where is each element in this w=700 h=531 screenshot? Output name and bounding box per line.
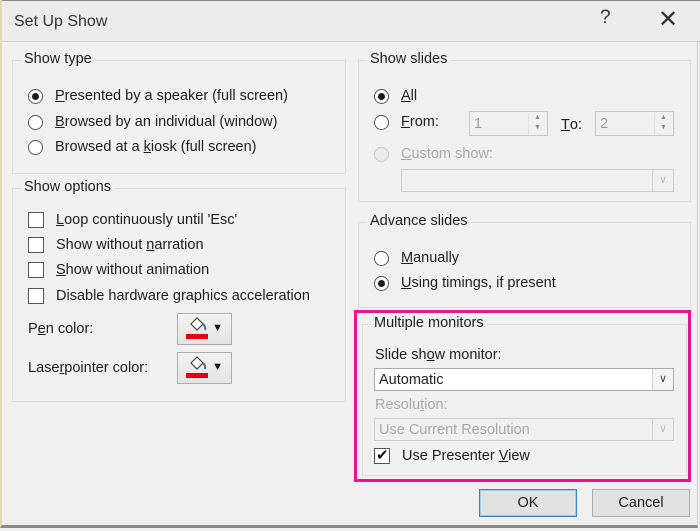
- pen-color-swatch: [186, 334, 208, 339]
- checkbox-disable-hw-acceleration[interactable]: Disable hardware graphics acceleration: [28, 288, 310, 304]
- paint-bucket-icon: [186, 317, 208, 341]
- pen-color-label: Pen color:: [28, 321, 94, 337]
- to-slide-spinner[interactable]: 2 ▲ ▼: [595, 111, 674, 136]
- radio-custom-show[interactable]: Custom show:: [374, 146, 493, 162]
- checkbox-label: Show without narration: [56, 237, 204, 253]
- set-up-show-dialog: Set Up Show ? ✕ Show type Presented by a…: [0, 0, 700, 528]
- resolution-value: Use Current Resolution: [379, 422, 530, 438]
- checkbox-label: Show without animation: [56, 262, 210, 278]
- radio-manually[interactable]: Manually: [374, 250, 459, 266]
- multiple-monitors-label: Multiple monitors: [371, 315, 487, 331]
- dropdown-arrow-icon: ▼: [212, 361, 223, 373]
- checkbox[interactable]: [28, 288, 44, 304]
- show-options-label: Show options: [21, 179, 115, 195]
- cancel-button[interactable]: Cancel: [592, 489, 690, 517]
- help-button[interactable]: ?: [600, 7, 611, 29]
- radio-browsed-at-kiosk[interactable]: Browsed at a kiosk (full screen): [28, 139, 256, 155]
- radio-button[interactable]: [374, 114, 389, 130]
- spinner-arrows-icon[interactable]: ▲ ▼: [654, 113, 672, 134]
- title-bar: Set Up Show ? ✕: [2, 0, 700, 42]
- radio-button[interactable]: [374, 250, 389, 266]
- radio-label: Browsed by an individual (window): [55, 114, 278, 130]
- checkbox-use-presenter-view[interactable]: Use Presenter View: [374, 446, 530, 464]
- checkbox[interactable]: [28, 212, 44, 228]
- custom-show-dropdown[interactable]: ∨: [401, 169, 674, 192]
- laser-color-picker[interactable]: ▼: [177, 352, 232, 384]
- resolution-label: Resolu t ion:: [375, 397, 448, 413]
- radio-button[interactable]: [374, 275, 389, 291]
- radio-browsed-by-individual[interactable]: Browsed by an individual (window): [28, 114, 277, 130]
- slide-show-monitor-value: Automatic: [379, 372, 444, 388]
- dropdown-arrow-icon: ▼: [212, 322, 223, 334]
- checkbox[interactable]: [374, 446, 390, 464]
- radio-all-slides[interactable]: All: [374, 88, 417, 104]
- from-slide-value: 1: [474, 116, 483, 132]
- chevron-down-icon[interactable]: ∨: [652, 419, 673, 440]
- radio-from-slides[interactable]: From:: [374, 114, 439, 130]
- radio-button[interactable]: [28, 88, 43, 104]
- radio-label: All: [401, 88, 418, 104]
- advance-slides-label: Advance slides: [367, 213, 471, 229]
- radio-button[interactable]: [374, 146, 389, 162]
- laser-color-label: Lase r pointer color:: [28, 360, 149, 376]
- slide-show-monitor-dropdown[interactable]: Automatic ∨: [374, 368, 674, 391]
- pen-color-picker[interactable]: ▼: [177, 313, 232, 345]
- spinner-arrows-icon[interactable]: ▲ ▼: [528, 113, 546, 134]
- radio-presented-by-speaker[interactable]: Presented by a speaker (full screen): [28, 88, 288, 104]
- radio-label: Using timings, if present: [401, 275, 556, 291]
- radio-label: Manually: [401, 250, 460, 266]
- radio-button[interactable]: [374, 88, 389, 104]
- checkbox[interactable]: [28, 262, 44, 278]
- slide-show-monitor-label: Slide sh o w monitor:: [375, 347, 502, 363]
- checkbox-label: Loop continuously until 'Esc': [56, 212, 238, 228]
- radio-using-timings[interactable]: Using timings, if present: [374, 275, 556, 291]
- radio-button[interactable]: [28, 139, 43, 155]
- chevron-down-icon[interactable]: ∨: [652, 369, 673, 390]
- to-label: To:: [561, 117, 582, 133]
- checkbox-label: Use Presenter View: [402, 448, 530, 464]
- dialog-title: Set Up Show: [14, 13, 108, 30]
- ok-button[interactable]: OK: [479, 489, 577, 517]
- resolution-dropdown[interactable]: Use Current Resolution ∨: [374, 418, 674, 441]
- radio-label: Presented by a speaker (full screen): [55, 88, 288, 104]
- checkbox-without-narration[interactable]: Show without narration: [28, 237, 204, 253]
- checkbox-loop-continuously[interactable]: Loop continuously until 'Esc': [28, 212, 237, 228]
- close-button[interactable]: ✕: [658, 5, 678, 34]
- paint-bucket-icon: [186, 356, 208, 380]
- show-slides-label: Show slides: [367, 51, 451, 67]
- radio-label: Browsed at a kiosk (full screen): [55, 139, 257, 155]
- to-slide-value: 2: [600, 116, 609, 132]
- show-type-label: Show type: [21, 51, 95, 67]
- checkbox-without-animation[interactable]: Show without animation: [28, 262, 209, 278]
- radio-button[interactable]: [28, 114, 43, 130]
- radio-label: From:: [401, 114, 439, 130]
- chevron-down-icon[interactable]: ∨: [652, 170, 673, 191]
- laser-color-swatch: [186, 373, 208, 378]
- from-slide-spinner[interactable]: 1 ▲ ▼: [469, 111, 548, 136]
- radio-label: Custom show:: [401, 146, 493, 162]
- checkbox[interactable]: [28, 237, 44, 253]
- checkbox-label: Disable hardware graphics acceleration: [56, 288, 310, 304]
